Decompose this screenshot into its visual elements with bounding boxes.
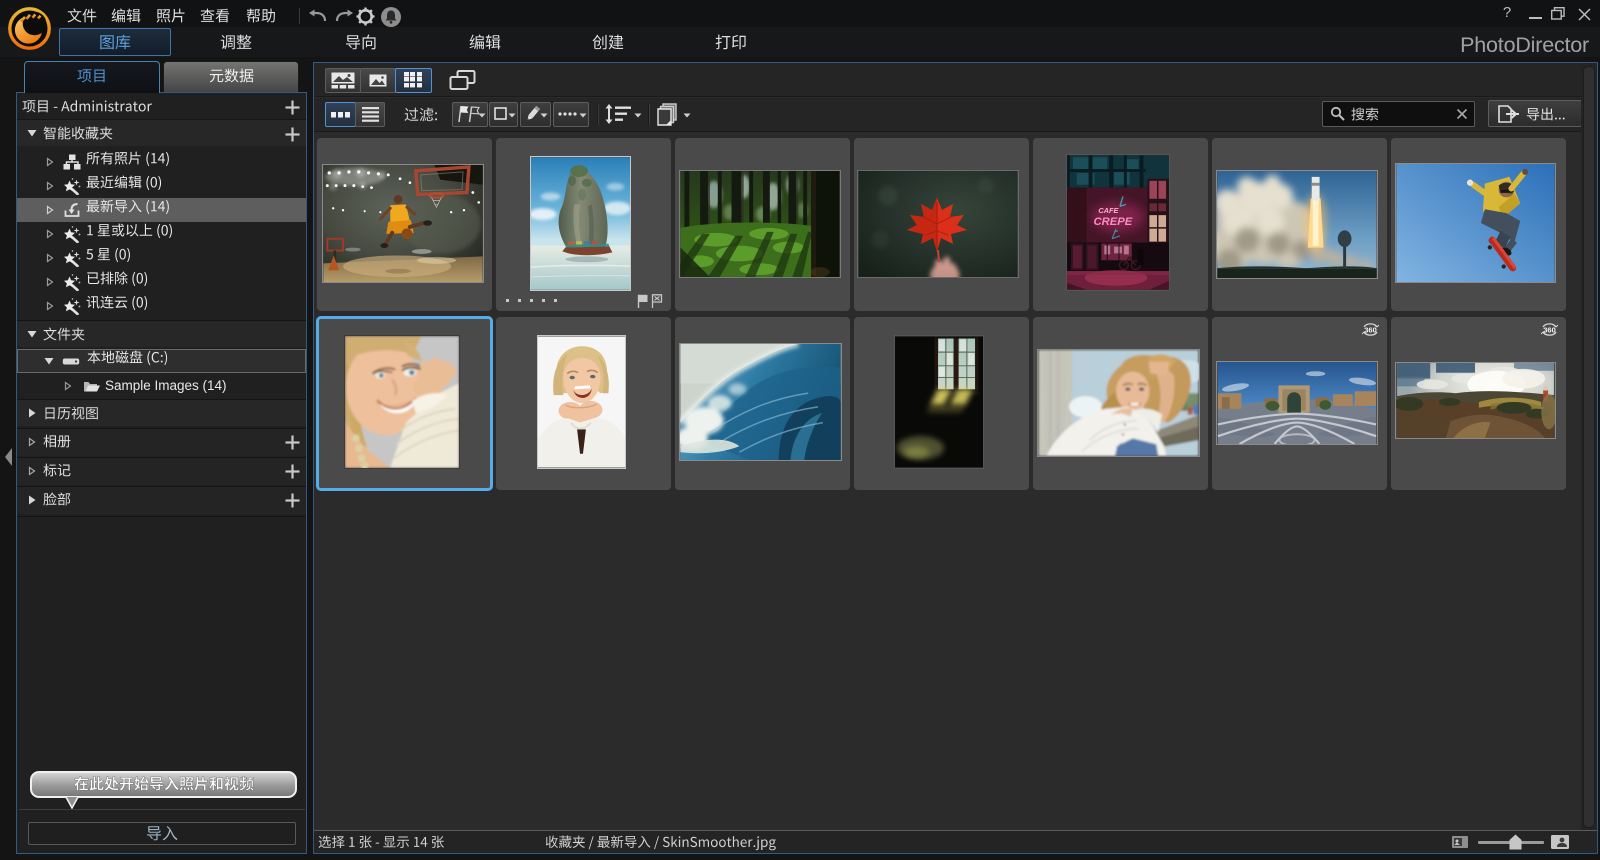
svg-text:360: 360 [1543, 326, 1556, 335]
svg-text:CREPE: CREPE [1093, 216, 1132, 228]
svg-text:360: 360 [1364, 326, 1377, 335]
svg-text:CAFE: CAFE [1098, 206, 1119, 215]
